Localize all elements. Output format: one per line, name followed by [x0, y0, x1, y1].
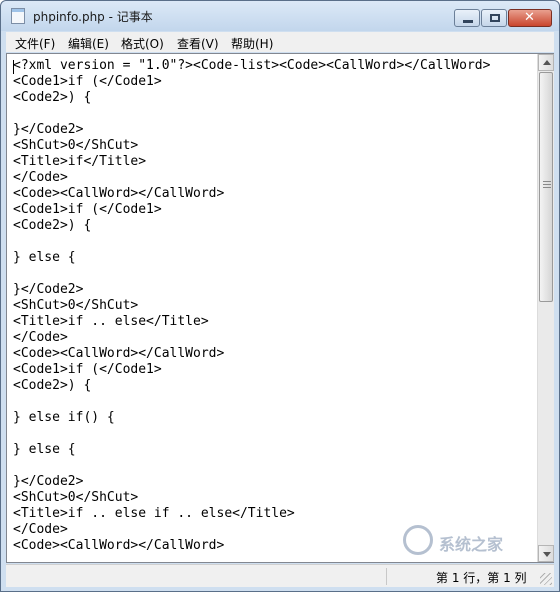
text-line: <Title>if</Title>: [13, 154, 147, 169]
text-line: } else {: [13, 250, 76, 265]
status-bar: 第 1 行，第 1 列: [6, 564, 554, 587]
cursor-position: 第 1 行，第 1 列: [436, 571, 527, 585]
menu-view[interactable]: 查看(V): [177, 35, 219, 52]
text-content[interactable]: <?xml version = "1.0"?><Code-list><Code>…: [7, 54, 537, 562]
thumb-grip: [543, 181, 551, 182]
text-line: [13, 106, 537, 122]
menu-edit[interactable]: 编辑(E): [68, 35, 109, 52]
text-caret: [13, 60, 14, 74]
text-line: [13, 234, 537, 250]
text-line: <Code2>) {: [13, 90, 92, 105]
text-line: <Code1>if (</Code1>: [13, 74, 162, 89]
text-line: <Code2>) {: [13, 218, 92, 233]
text-line: <ShCut>0</ShCut>: [13, 298, 139, 313]
text-line: <Code1>if (</Code1>: [13, 202, 162, 217]
text-line: <Code><CallWord></CallWord>: [13, 346, 225, 361]
status-divider: [386, 568, 387, 585]
text-line: </Code>: [13, 170, 68, 185]
text-line: <Code><CallWord></CallWord>: [13, 186, 225, 201]
text-line: }</Code2>: [13, 474, 84, 489]
notepad-icon: [11, 8, 25, 24]
thumb-grip: [543, 184, 551, 185]
window-title: phpinfo.php - 记事本: [33, 10, 153, 24]
text-line: } else {: [13, 442, 76, 457]
text-line: [13, 266, 537, 282]
text-line: } else if() {: [13, 410, 115, 425]
menu-file[interactable]: 文件(F): [15, 35, 55, 52]
watermark-logo-icon: [403, 525, 433, 555]
notepad-window: phpinfo.php - 记事本 ✕ 文件(F) 编辑(E) 格式(O) 查看…: [0, 0, 560, 592]
minimize-icon: [463, 20, 473, 23]
title-bar[interactable]: phpinfo.php - 记事本 ✕: [1, 1, 559, 31]
menu-bar: 文件(F) 编辑(E) 格式(O) 查看(V) 帮助(H): [6, 32, 554, 52]
watermark: 系统之家: [403, 521, 553, 561]
minimize-button[interactable]: [454, 9, 480, 27]
menu-format[interactable]: 格式(O): [121, 35, 164, 52]
text-line: <Title>if .. else</Title>: [13, 314, 209, 329]
watermark-text: 系统之家: [439, 535, 504, 554]
text-line: }</Code2>: [13, 282, 84, 297]
vertical-scrollbar[interactable]: [537, 54, 554, 562]
maximize-button[interactable]: [481, 9, 507, 27]
chevron-up-icon: [543, 60, 551, 65]
text-editor[interactable]: <?xml version = "1.0"?><Code-list><Code>…: [6, 53, 554, 563]
text-line: <?xml version = "1.0"?><Code-list><Code>…: [13, 58, 491, 73]
thumb-grip: [543, 187, 551, 188]
text-line: [13, 458, 537, 474]
text-line: <Title>if .. else if .. else</Title>: [13, 506, 295, 521]
text-line: [13, 394, 537, 410]
text-line: <Code1>if (</Code1>: [13, 362, 162, 377]
close-button[interactable]: ✕: [508, 9, 552, 27]
scroll-up-button[interactable]: [538, 54, 554, 71]
text-line: [13, 426, 537, 442]
maximize-icon: [490, 14, 500, 22]
scroll-thumb[interactable]: [539, 72, 553, 302]
text-line: }</Code2>: [13, 122, 84, 137]
resize-grip[interactable]: [540, 573, 552, 585]
text-line: <Code2>) {: [13, 378, 92, 393]
text-line: <ShCut>0</ShCut>: [13, 138, 139, 153]
text-line: </Code>: [13, 330, 68, 345]
text-line: <ShCut>0</ShCut>: [13, 490, 139, 505]
close-icon: ✕: [524, 10, 535, 25]
menu-help[interactable]: 帮助(H): [231, 35, 273, 52]
